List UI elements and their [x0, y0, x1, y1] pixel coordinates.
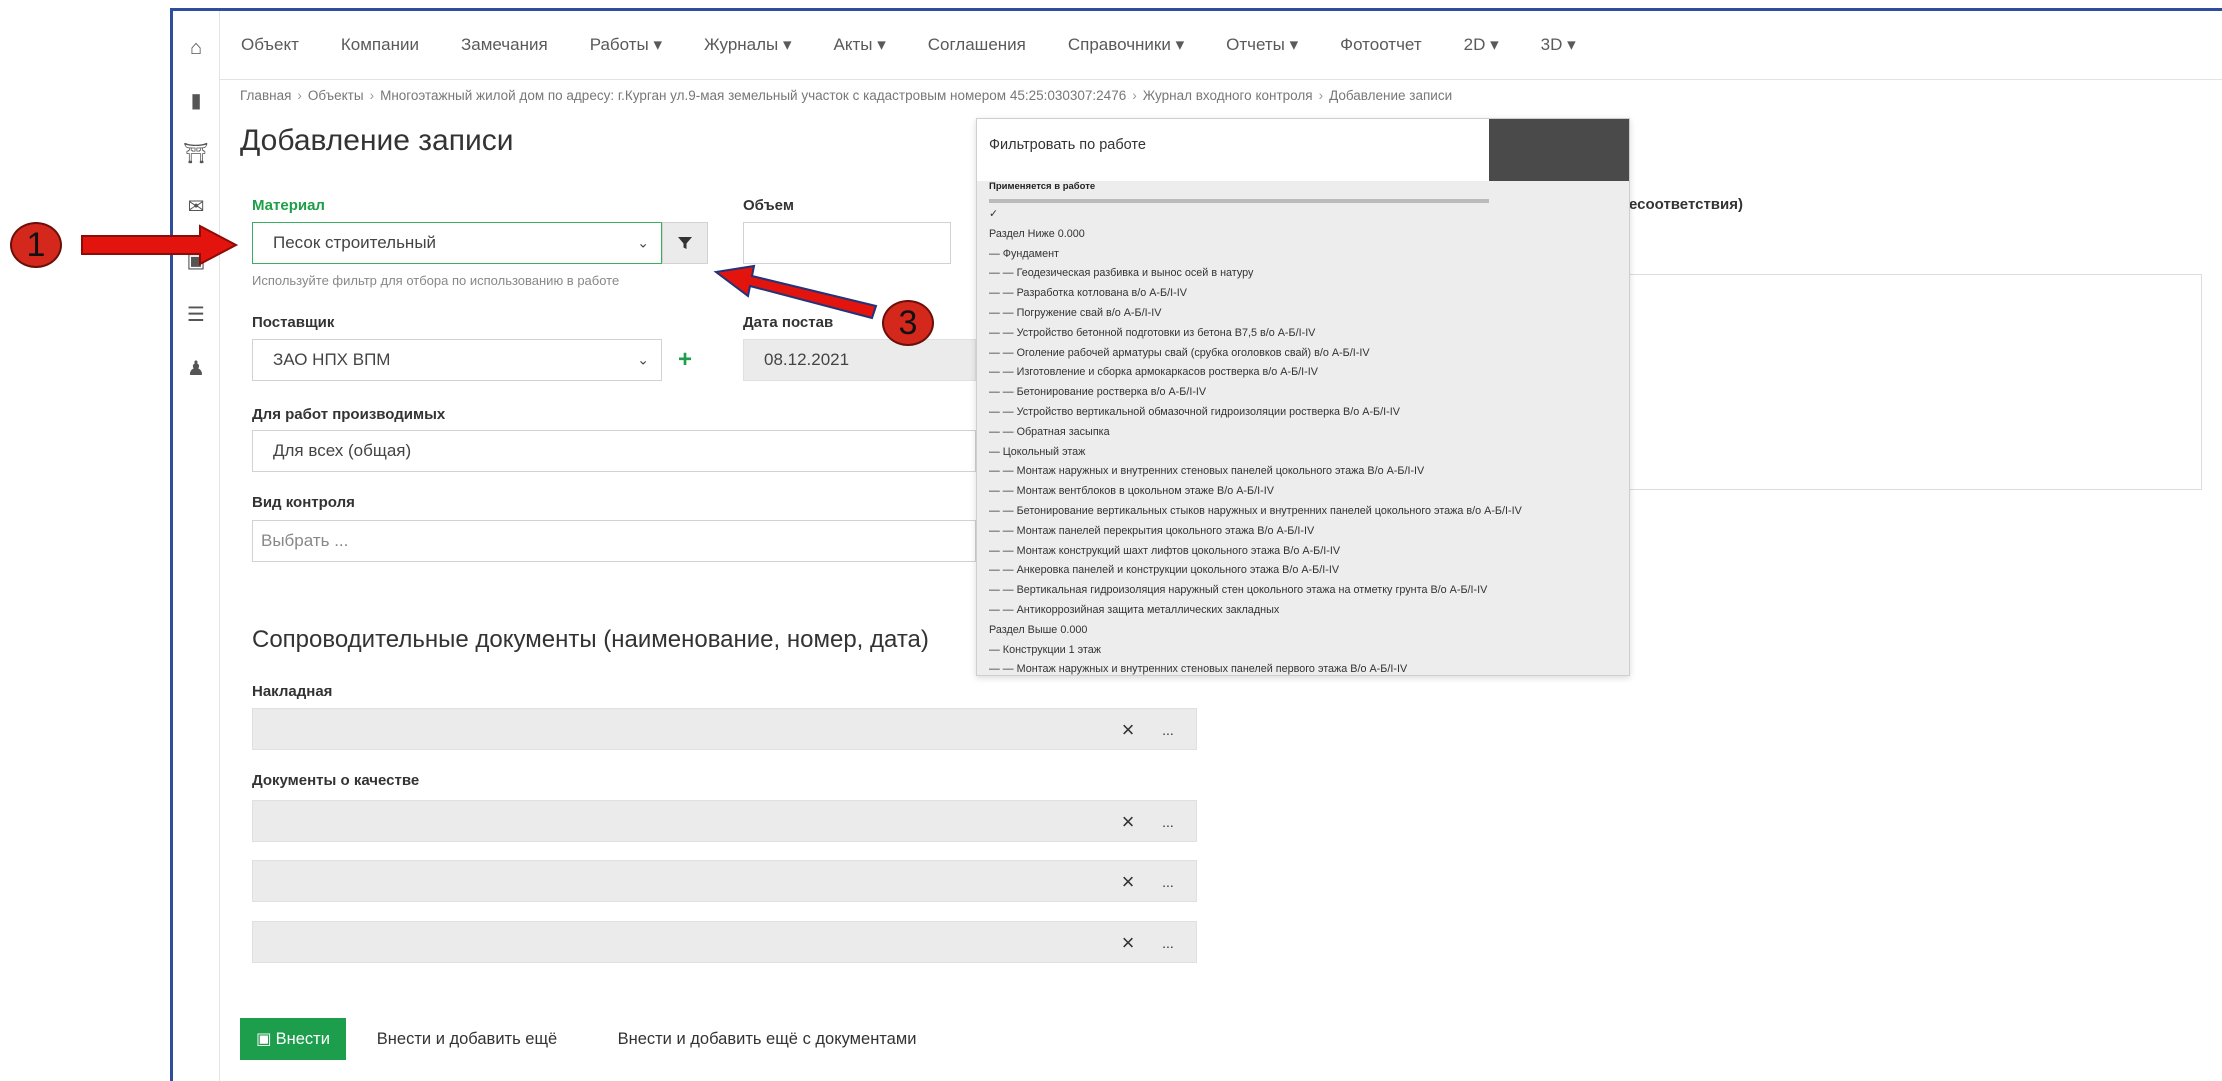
annotation-marker-3: 3 — [882, 300, 934, 346]
arrow-to-filter — [713, 264, 878, 320]
annotation-arrows — [81, 224, 878, 320]
annotation-marker-1: 1 — [10, 222, 62, 268]
arrow-to-material — [81, 224, 239, 266]
